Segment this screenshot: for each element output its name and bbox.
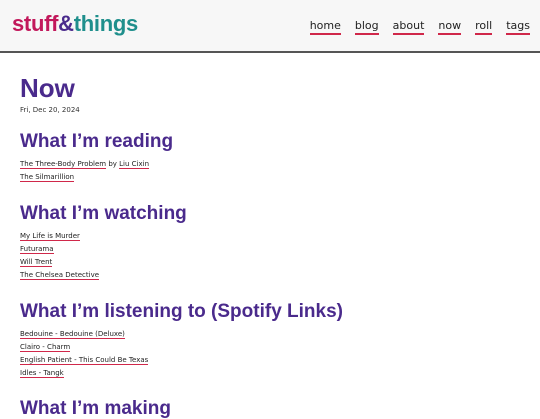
- list-item: Will Trent: [20, 256, 187, 269]
- watching-list: My Life is Murder Futurama Will Trent Th…: [20, 230, 187, 282]
- book-link[interactable]: The Three-Body Problem: [20, 160, 107, 169]
- show-link[interactable]: The Chelsea Detective: [20, 271, 100, 280]
- listening-list: Bedouine - Bedouine (Deluxe) Clairo - Ch…: [20, 328, 343, 380]
- making-section: What I’m making: [20, 398, 171, 419]
- show-link[interactable]: Futurama: [20, 245, 54, 254]
- author-link[interactable]: Liu Cixin: [119, 160, 150, 169]
- reading-list: The Three-Body Problem by Liu Cixin The …: [20, 158, 173, 184]
- album-link[interactable]: Idles - Tangk: [20, 369, 64, 378]
- nav-now-link[interactable]: now: [438, 19, 462, 35]
- main-nav: home blog about now roll tags: [296, 19, 530, 35]
- nav-tags-link[interactable]: tags: [506, 19, 530, 35]
- nav-roll-link[interactable]: roll: [475, 19, 493, 35]
- list-item: Idles - Tangk: [20, 367, 343, 380]
- list-item: My Life is Murder: [20, 230, 187, 243]
- list-item: Futurama: [20, 243, 187, 256]
- list-item: English Patient - This Could Be Texas: [20, 354, 343, 367]
- nav-blog-link[interactable]: blog: [354, 19, 379, 35]
- listening-heading: What I’m listening to (Spotify Links): [20, 301, 343, 322]
- list-item: The Three-Body Problem by Liu Cixin: [20, 158, 173, 171]
- album-link[interactable]: Clairo - Charm: [20, 343, 71, 352]
- page-header: Now Fri, Dec 20, 2024: [20, 74, 520, 114]
- list-item: Bedouine - Bedouine (Deluxe): [20, 328, 343, 341]
- watching-section: What I’m watching My Life is Murder Futu…: [20, 203, 187, 282]
- page-date: Fri, Dec 20, 2024: [20, 106, 80, 114]
- site-header: stuff&things home blog about now roll ta…: [0, 0, 540, 53]
- logo-stuff: stuff: [12, 11, 59, 36]
- nav-about-link[interactable]: about: [392, 19, 425, 35]
- watching-heading: What I’m watching: [20, 203, 187, 224]
- listening-section: What I’m listening to (Spotify Links) Be…: [20, 301, 343, 380]
- list-item: The Chelsea Detective: [20, 269, 187, 282]
- show-link[interactable]: My Life is Murder: [20, 232, 80, 241]
- site-logo[interactable]: stuff&things: [12, 11, 138, 37]
- page-title: Now: [20, 73, 75, 103]
- logo-things: things: [73, 11, 139, 36]
- book-link[interactable]: The Silmarillion: [20, 173, 75, 182]
- reading-section: What I’m reading The Three-Body Problem …: [20, 131, 173, 184]
- show-link[interactable]: Will Trent: [20, 258, 53, 267]
- reading-heading: What I’m reading: [20, 131, 174, 152]
- album-link[interactable]: Bedouine - Bedouine (Deluxe): [20, 330, 125, 339]
- album-link[interactable]: English Patient - This Could Be Texas: [20, 356, 149, 365]
- nav-home-link[interactable]: home: [309, 19, 341, 35]
- making-heading: What I’m making: [20, 398, 171, 419]
- list-item: The Silmarillion: [20, 171, 173, 184]
- logo-ampersand: &: [58, 11, 74, 36]
- list-item: Clairo - Charm: [20, 341, 343, 354]
- by-text: by: [108, 160, 117, 168]
